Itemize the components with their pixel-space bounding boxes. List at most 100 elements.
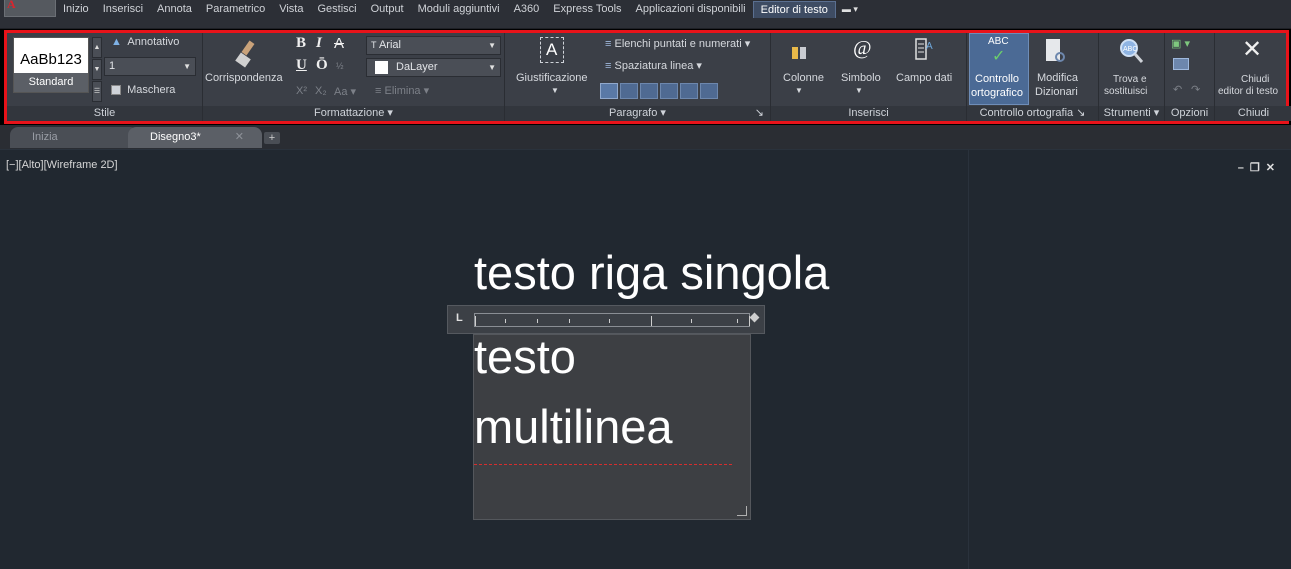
panel-title-strumenti[interactable]: Strumenti ▾	[1099, 106, 1164, 121]
ribbon-tab-vista[interactable]: Vista	[272, 0, 310, 18]
ribbon-tab-parametrico[interactable]: Parametrico	[199, 0, 272, 18]
subscript-icon[interactable]: X₂	[315, 85, 327, 97]
edit-dictionaries-icon[interactable]	[1043, 37, 1067, 65]
ribbon-tab-applicazioni-disponibili[interactable]: Applicazioni disponibili	[629, 0, 753, 18]
text-style-preview[interactable]: AaBb123 Standard	[13, 37, 89, 93]
align-distribute-icon[interactable]	[700, 83, 718, 99]
panel-title-formattazione[interactable]: Formattazione ▾	[203, 106, 504, 121]
clear-formatting-button[interactable]: ≡ Elimina ▾	[375, 84, 429, 97]
ribbon-tab-editor-di-testo[interactable]: Editor di testo	[752, 0, 836, 18]
edit-dictionaries-label-1[interactable]: Modifica	[1037, 72, 1078, 84]
minimize-icon[interactable]: –	[1238, 162, 1250, 174]
indent-marker[interactable]	[475, 316, 476, 326]
field-icon[interactable]: A	[914, 37, 936, 63]
maschera-button[interactable]: Maschera	[111, 84, 175, 96]
dialog-launcher-icon[interactable]: ↘	[1076, 107, 1085, 119]
symbol-button[interactable]: Simbolo	[841, 72, 881, 84]
paintbrush-icon[interactable]	[231, 39, 261, 69]
dialog-launcher-icon[interactable]: ↘	[755, 106, 764, 121]
edit-dictionaries-label-2[interactable]: Dizionari	[1035, 86, 1078, 98]
underline-button[interactable]: U	[296, 57, 307, 74]
bullets-numbering-button[interactable]: ≡ Elenchi puntati e numerati ▾	[605, 37, 750, 50]
single-line-text[interactable]: testo riga singola	[474, 245, 829, 300]
annotativo-button[interactable]: ▲ Annotativo	[111, 36, 179, 48]
panel-title-controllo-ortografia[interactable]: Controllo ortografia ↘	[967, 106, 1098, 121]
tab-type-icon[interactable]: L	[456, 312, 463, 324]
close-icon[interactable]: ✕	[1242, 35, 1262, 64]
field-button[interactable]: Campo dati	[896, 72, 952, 84]
tab-disegno3[interactable]: Disegno3* ✕	[128, 127, 262, 148]
redo-icon[interactable]: ↷	[1191, 83, 1200, 96]
align-default-icon[interactable]	[600, 83, 618, 99]
ribbon-tab-a360[interactable]: A360	[507, 0, 547, 18]
scroll-down-icon[interactable]: ▼	[92, 59, 102, 80]
bold-button[interactable]: B	[296, 35, 306, 52]
chevron-down-icon[interactable]: ▼	[551, 86, 559, 95]
justification-icon[interactable]: A	[540, 37, 564, 63]
mtext-editor-box[interactable]: testo multilinea	[473, 330, 751, 520]
drawing-canvas[interactable]: [−][Alto][Wireframe 2D] –❐✕ testo riga s…	[0, 149, 1291, 569]
spell-check-button[interactable]: ABC ✓ Controllo ortografico	[969, 33, 1029, 105]
stack-icon[interactable]: ½	[336, 61, 344, 71]
ribbon-tab-gestisci[interactable]: Gestisci	[310, 0, 363, 18]
chevron-down-icon[interactable]: ▼	[795, 86, 803, 95]
viewport-controls-label[interactable]: [−][Alto][Wireframe 2D]	[6, 159, 118, 171]
ribbon-tab-inizio[interactable]: Inizio	[56, 0, 96, 18]
panel-title-paragrafo[interactable]: Paragrafo ▾ ↘	[505, 106, 770, 121]
panel-title-paragrafo-label: Paragrafo	[609, 107, 658, 119]
font-dropdown[interactable]: T Arial ▼	[366, 36, 501, 55]
ruler-track[interactable]	[474, 313, 750, 327]
align-justify-icon[interactable]	[680, 83, 698, 99]
application-menu-button[interactable]: A	[4, 0, 56, 17]
panel-paragrafo: A Giustificazione ▼ ≡ Elenchi puntati e …	[505, 33, 771, 121]
resize-grip-icon[interactable]	[737, 506, 747, 516]
close-viewport-icon[interactable]: ✕	[1266, 162, 1281, 174]
ribbon-display-options-icon[interactable]: ▬ ▾	[836, 4, 864, 15]
find-replace-label-2[interactable]: sostituisci	[1104, 86, 1147, 97]
italic-button[interactable]: I	[316, 35, 322, 52]
viewport-window-controls: –❐✕	[1238, 161, 1281, 174]
text-height-value: 1	[109, 60, 116, 72]
text-height-dropdown[interactable]: 1 ▼	[104, 57, 196, 76]
match-properties-button[interactable]: Corrispondenza	[205, 72, 283, 84]
mtext-line-1[interactable]: testo	[474, 329, 576, 384]
line-spacing-button[interactable]: ≡ Spaziatura linea ▾	[605, 59, 702, 72]
ruler-toggle-icon[interactable]	[1173, 58, 1189, 70]
chevron-down-icon[interactable]: ▼	[855, 86, 863, 95]
ribbon-tab-inserisci[interactable]: Inserisci	[96, 0, 150, 18]
justification-button[interactable]: Giustificazione	[516, 72, 588, 84]
new-tab-icon[interactable]: +	[264, 132, 280, 144]
ribbon-tab-annota[interactable]: Annota	[150, 0, 199, 18]
ribbon-tab-moduli-aggiuntivi[interactable]: Moduli aggiuntivi	[411, 0, 507, 18]
columns-icon[interactable]	[789, 43, 809, 63]
ribbon-tab-express-tools[interactable]: Express Tools	[546, 0, 628, 18]
align-right-icon[interactable]	[660, 83, 678, 99]
panel-stile: AaBb123 Standard ▲ ▼ ☰ ▲ Annotativo 1 ▼ …	[7, 33, 203, 121]
width-handle-icon[interactable]	[749, 312, 760, 323]
align-center-icon[interactable]	[640, 83, 658, 99]
ribbon-tab-output[interactable]: Output	[364, 0, 411, 18]
style-gallery-scroll[interactable]: ▲ ▼ ☰	[92, 37, 102, 104]
superscript-icon[interactable]: X²	[296, 85, 307, 97]
find-replace-label-1[interactable]: Trova e	[1113, 74, 1147, 85]
chevron-down-icon: ▼	[183, 62, 191, 71]
color-dropdown[interactable]: DaLayer ▼	[366, 58, 501, 77]
strikethrough-button[interactable]: A	[334, 35, 344, 52]
undo-icon[interactable]: ↶	[1173, 83, 1182, 96]
symbol-icon[interactable]: @	[853, 37, 871, 60]
scroll-up-icon[interactable]: ▲	[92, 37, 102, 58]
close-editor-label-2[interactable]: editor di testo	[1218, 86, 1278, 97]
find-replace-icon[interactable]: ABC	[1117, 37, 1145, 65]
close-tab-icon[interactable]: ✕	[235, 127, 244, 148]
tab-inizia[interactable]: Inizia	[10, 127, 138, 148]
more-options-icon[interactable]: ▣ ▾	[1171, 37, 1190, 50]
overline-button[interactable]: Ō	[316, 57, 328, 74]
change-case-button[interactable]: Aa ▾	[334, 85, 356, 98]
color-value: DaLayer	[396, 61, 438, 73]
close-editor-label-1[interactable]: Chiudi	[1241, 74, 1269, 85]
expand-gallery-icon[interactable]: ☰	[92, 81, 102, 102]
columns-button[interactable]: Colonne	[783, 72, 824, 84]
restore-icon[interactable]: ❐	[1250, 162, 1266, 174]
align-left-icon[interactable]	[620, 83, 638, 99]
mtext-line-2[interactable]: multilinea	[474, 399, 673, 454]
